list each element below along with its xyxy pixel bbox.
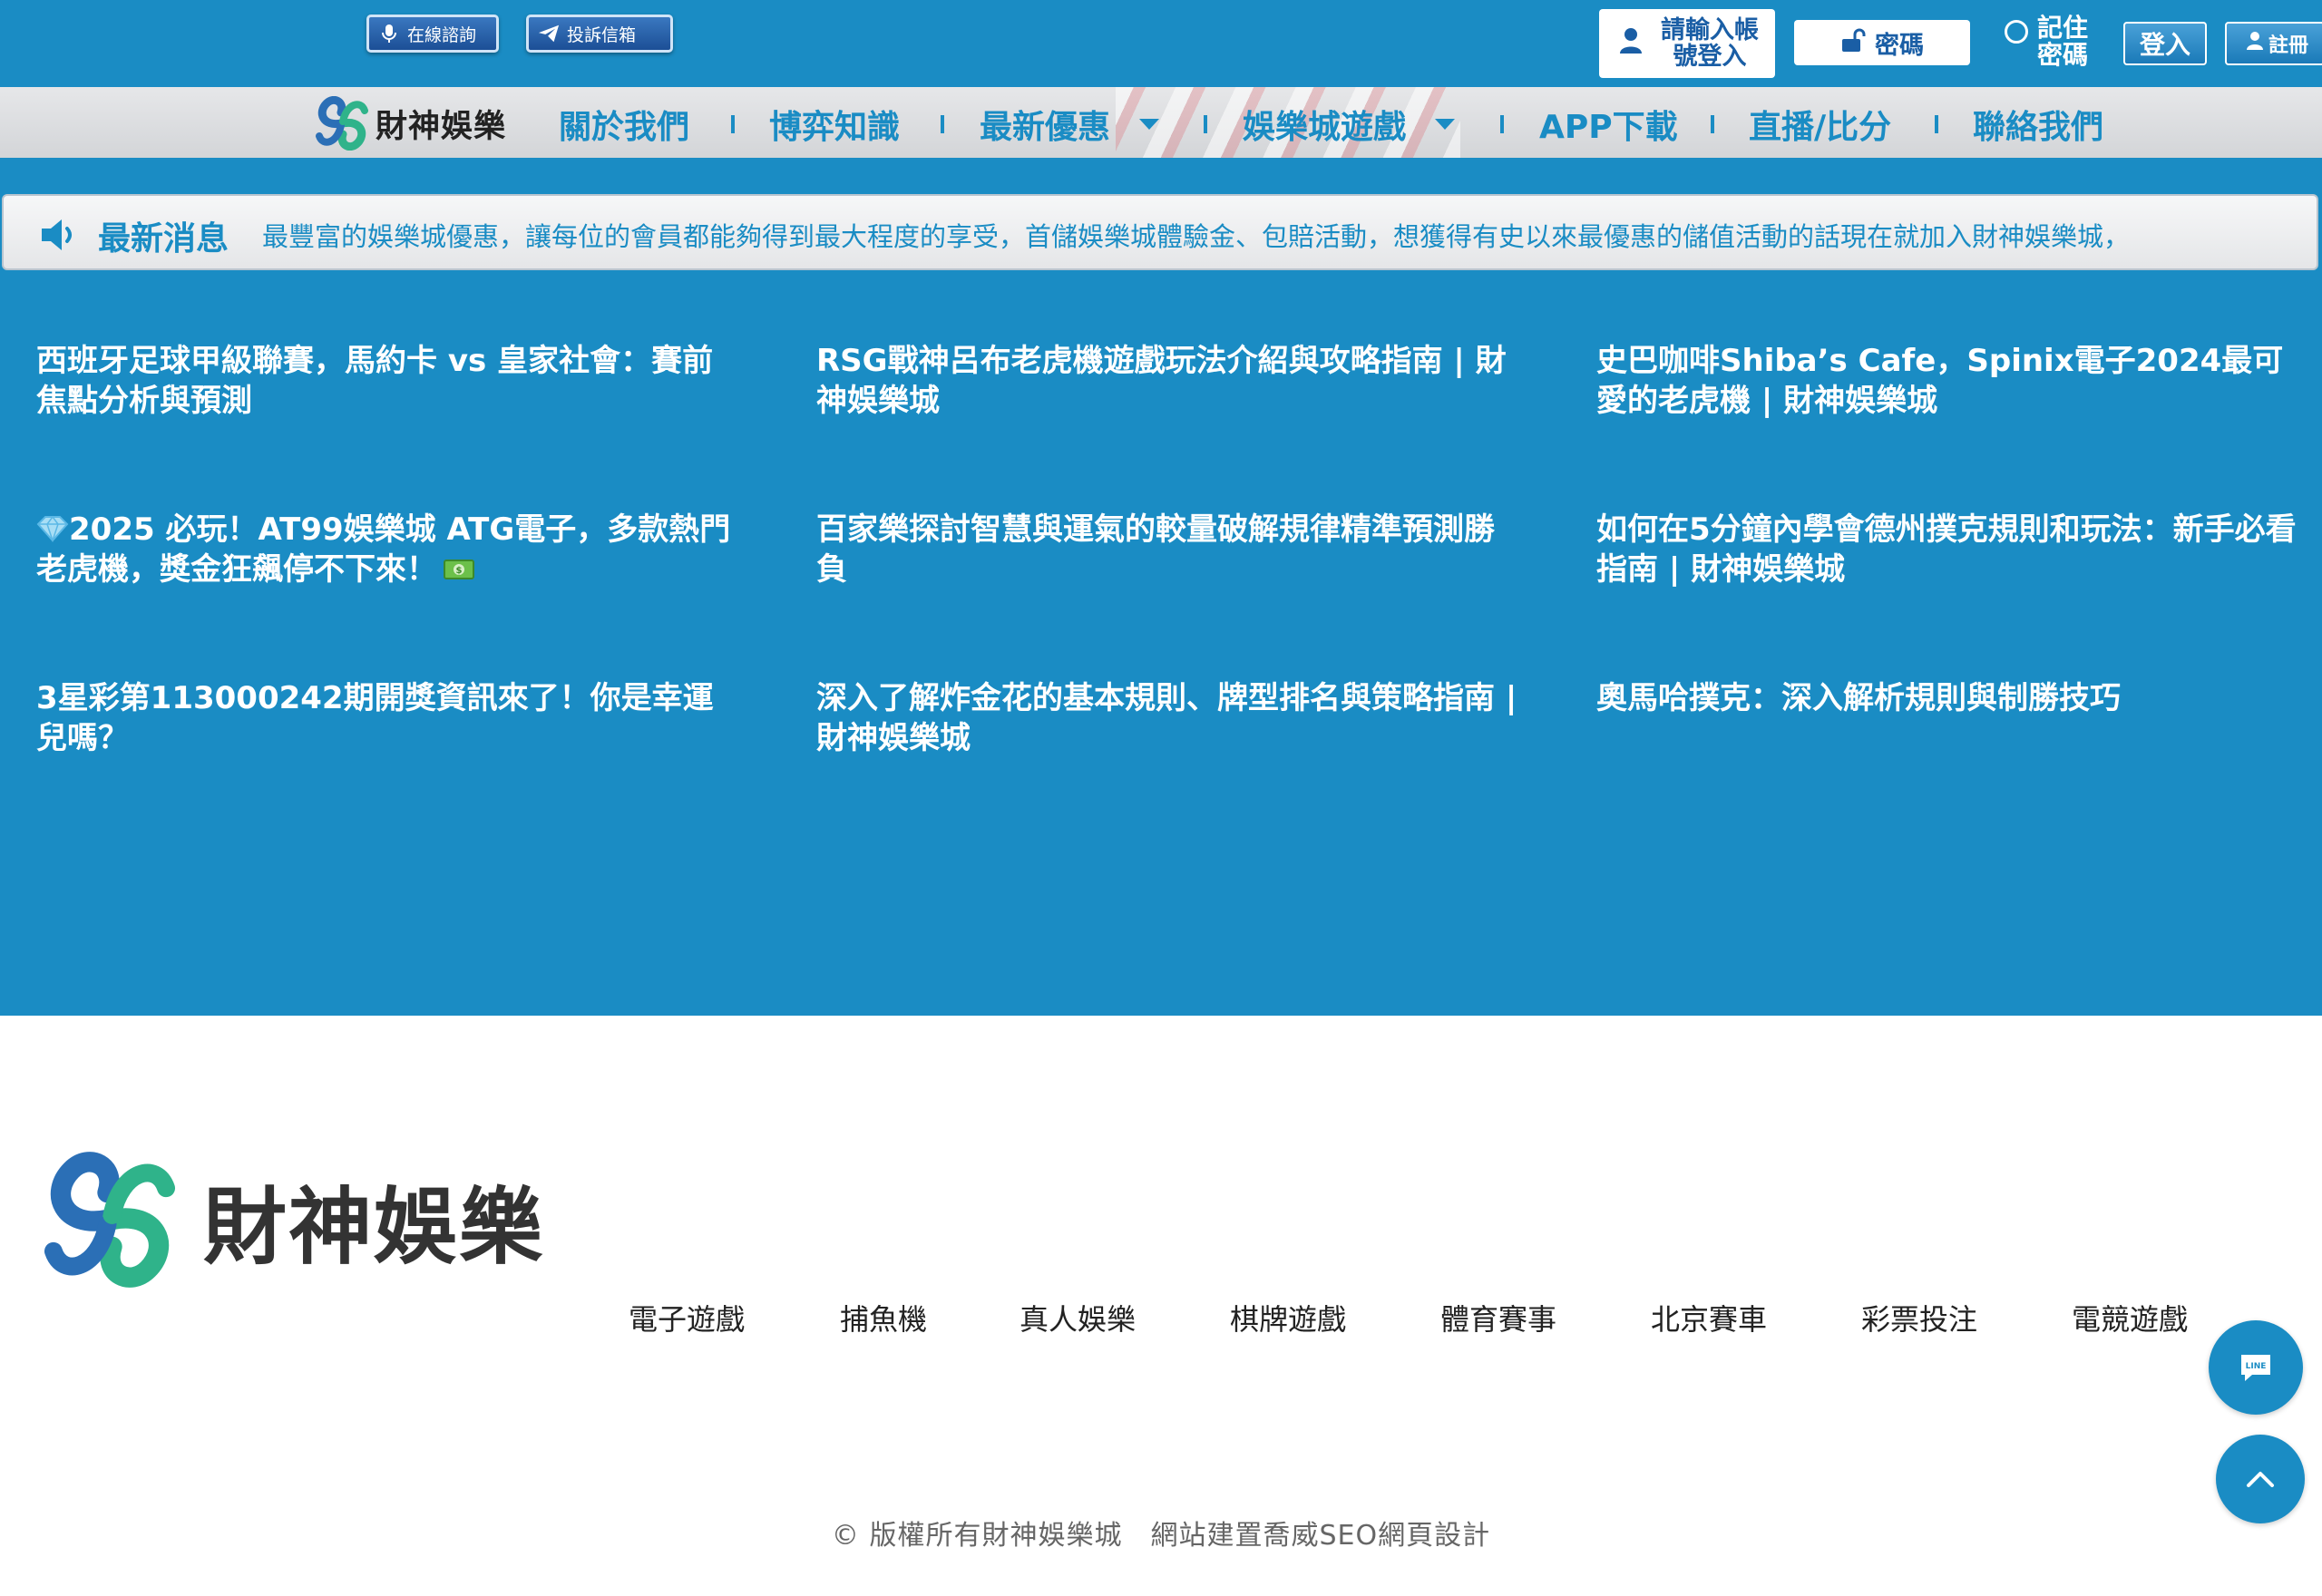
password-placeholder: 密碼	[1875, 31, 1924, 60]
nav-item-contact[interactable]: 聯絡我們	[1973, 102, 2103, 147]
article-link[interactable]: 2025 必玩！AT99娛樂城 ATG電子，多款熱門老虎機，獎金狂飆停不下來！ $	[36, 510, 744, 589]
article-link[interactable]: 如何在5分鐘內學會德州撲克規則和玩法：新手必看指南 | 財神娛樂城	[1596, 510, 2304, 589]
user-icon	[1619, 27, 1643, 61]
article-link[interactable]: 百家樂探討智慧與運氣的較量破解規律精準預測勝負	[816, 510, 1524, 589]
speaker-icon	[42, 219, 72, 250]
footer-link-live-casino[interactable]: 真人娛樂	[1020, 1297, 1136, 1338]
nav-separator	[731, 115, 735, 133]
caret-down-icon	[1139, 119, 1160, 130]
register-label: 註冊	[2268, 34, 2309, 57]
article-link[interactable]: 西班牙足球甲級聯賽，馬約卡 vs 皇家社會：賽前焦點分析與預測	[36, 341, 744, 421]
footer-link-lottery[interactable]: 彩票投注	[1861, 1297, 1977, 1338]
footer-link-beijing-racing[interactable]: 北京賽車	[1651, 1297, 1767, 1338]
nav-separator	[1500, 115, 1504, 133]
complaint-mailbox-button[interactable]: 投訴信箱	[526, 15, 673, 53]
nav-item-about[interactable]: 關於我們	[559, 102, 689, 147]
top-bar	[0, 0, 2322, 87]
user-icon	[2247, 32, 2263, 55]
online-consult-label: 在線諮詢	[407, 24, 477, 45]
nav-separator	[1711, 115, 1714, 133]
microphone-icon	[378, 23, 400, 44]
ticker-label: 最新消息	[98, 220, 229, 258]
register-button[interactable]: 註冊	[2225, 22, 2322, 65]
site-logo[interactable]: 財神娛樂	[314, 96, 506, 151]
line-chat-icon: LINE	[2241, 1355, 2270, 1381]
article-link[interactable]: 3星彩第113000242期開獎資訊來了！你是幸運兒嗎？	[36, 678, 744, 758]
nav-separator	[941, 115, 944, 133]
remember-password-label: 記住密碼	[2037, 13, 2089, 70]
footer-link-fishing[interactable]: 捕魚機	[840, 1297, 927, 1338]
news-ticker: 最新消息 最豐富的娛樂城優惠，讓每位的會員都能夠得到最大程度的享受，首儲娛樂城體…	[2, 194, 2318, 270]
logo-text: 財神娛樂	[203, 1178, 545, 1276]
nav-separator	[1204, 115, 1207, 133]
login-button[interactable]: 登入	[2123, 22, 2207, 65]
back-to-top-button[interactable]	[2216, 1435, 2305, 1523]
nav-item-knowledge[interactable]: 博弈知識	[769, 102, 900, 147]
footer-link-sports[interactable]: 體育賽事	[1440, 1297, 1556, 1338]
chevron-up-icon	[2247, 1472, 2274, 1487]
nav-item-label: 娛樂城遊戲	[1243, 109, 1407, 146]
article-link[interactable]: 深入了解炸金花的基本規則、牌型排名與策略指南 | 財神娛樂城	[816, 678, 1524, 758]
nav-item-app-download[interactable]: APP下載	[1539, 102, 1678, 147]
money-icon: $	[444, 560, 474, 579]
svg-text:LINE: LINE	[2246, 1362, 2267, 1371]
unlock-icon	[1840, 27, 1866, 59]
account-input[interactable]: 請輸入帳號登入	[1599, 9, 1775, 78]
diamond-icon	[36, 515, 69, 542]
remember-password-checkbox[interactable]: 記住密碼	[2005, 15, 2092, 69]
paper-plane-icon	[538, 23, 560, 44]
ticker-message[interactable]: 最豐富的娛樂城優惠，讓每位的會員都能夠得到最大程度的享受，首儲娛樂城體驗金、包賠…	[262, 216, 2130, 254]
logo-mark-icon	[316, 96, 368, 151]
account-placeholder: 請輸入帳號登入	[1661, 16, 1759, 71]
footer-logo[interactable]: 財神娛樂	[40, 1152, 544, 1288]
nav-item-promotions[interactable]: 最新優惠	[980, 102, 1160, 147]
online-consult-button[interactable]: 在線諮詢	[366, 15, 499, 53]
footer-link-card-games[interactable]: 棋牌遊戲	[1230, 1297, 1346, 1338]
footer-link-slots[interactable]: 電子遊戲	[629, 1297, 745, 1338]
nav-item-label: 最新優惠	[980, 109, 1111, 146]
article-link[interactable]: 奧馬哈撲克：深入解析規則與制勝技巧	[1596, 678, 2304, 718]
caret-down-icon	[1435, 119, 1456, 130]
line-chat-button[interactable]: LINE	[2209, 1320, 2303, 1415]
logo-text: 財神娛樂	[376, 108, 507, 145]
article-title: 2025 必玩！AT99娛樂城 ATG電子，多款熱門老虎機，獎金狂飆停不下來！	[36, 511, 731, 588]
article-link[interactable]: RSG戰神呂布老虎機遊戲玩法介紹與攻略指南 | 財神娛樂城	[816, 341, 1524, 421]
footer-link-esports[interactable]: 電競遊戲	[2072, 1297, 2188, 1338]
radio-circle-icon	[2005, 20, 2028, 44]
svg-text:$: $	[456, 566, 463, 576]
copyright-text: © 版權所有財神娛樂城 網站建置喬威SEO網頁設計	[831, 1520, 1491, 1552]
password-input[interactable]: 密碼	[1794, 20, 1970, 65]
article-link[interactable]: 史巴咖啡Shiba’s Cafe，Spinix電子2024最可愛的老虎機 | 財…	[1596, 341, 2304, 421]
logo-mark-icon	[44, 1152, 176, 1288]
nav-item-live-scores[interactable]: 直播/比分	[1749, 102, 1891, 147]
nav-separator	[1935, 115, 1938, 133]
complaint-mailbox-label: 投訴信箱	[567, 24, 637, 45]
nav-item-casino-games[interactable]: 娛樂城遊戲	[1243, 102, 1456, 147]
